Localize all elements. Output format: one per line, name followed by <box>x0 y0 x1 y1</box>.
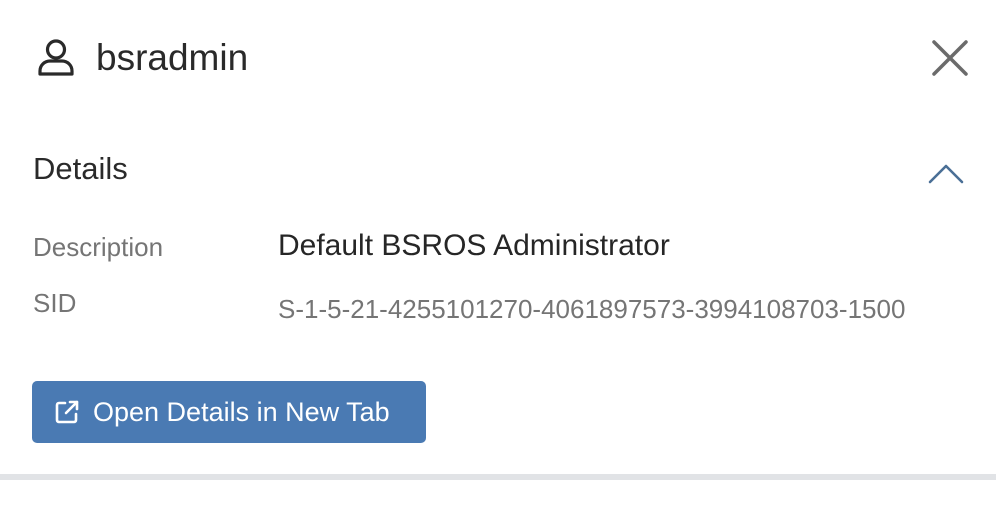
description-label: Description <box>33 232 164 262</box>
sid-value: S-1-5-21-4255101270-4061897573-399410870… <box>278 294 906 324</box>
user-details-panel: bsradmin Details Description Default BSR… <box>0 0 996 522</box>
description-value: Default BSROS Administrator <box>278 229 670 262</box>
sid-label: SID <box>33 288 77 318</box>
open-details-label: Open Details in New Tab <box>93 397 390 427</box>
details-section-header[interactable]: Details <box>0 140 996 200</box>
user-icon <box>36 38 76 78</box>
external-link-icon <box>54 399 80 425</box>
panel-header: bsradmin <box>0 0 996 116</box>
user-name: bsradmin <box>96 37 249 78</box>
close-icon[interactable] <box>928 36 972 80</box>
chevron-up-icon[interactable] <box>924 150 968 190</box>
divider <box>0 474 996 480</box>
open-details-new-tab-button[interactable]: Open Details in New Tab <box>32 381 426 443</box>
details-title: Details <box>33 151 128 186</box>
